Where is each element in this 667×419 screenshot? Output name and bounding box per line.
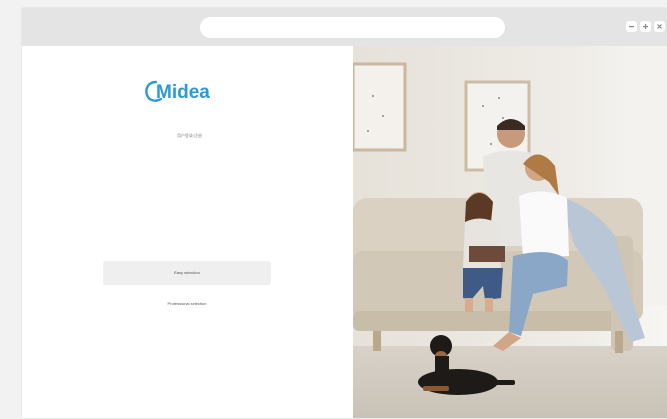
family-photo (353, 46, 667, 418)
midea-logo: Midea (145, 80, 210, 103)
minimize-button[interactable] (626, 21, 637, 32)
address-bar[interactable] (200, 17, 505, 38)
plus-icon (643, 24, 648, 29)
page-content: Midea 用户登录/注册 Easy selection Professiona… (22, 46, 667, 418)
professional-selection-button[interactable]: Professional selection (103, 298, 271, 310)
close-button[interactable] (654, 21, 665, 32)
easy-selection-button[interactable]: Easy selection (103, 261, 271, 285)
login-subtitle: 用户登录/注册 (176, 133, 203, 138)
browser-window: Midea 用户登录/注册 Easy selection Professiona… (22, 8, 667, 418)
close-icon (657, 24, 662, 29)
maximize-button[interactable] (640, 21, 651, 32)
minimize-icon (629, 26, 634, 28)
login-panel: Midea 用户登录/注册 Easy selection Professiona… (22, 46, 353, 418)
svg-text:Midea: Midea (156, 82, 210, 103)
browser-title-bar (22, 8, 667, 46)
